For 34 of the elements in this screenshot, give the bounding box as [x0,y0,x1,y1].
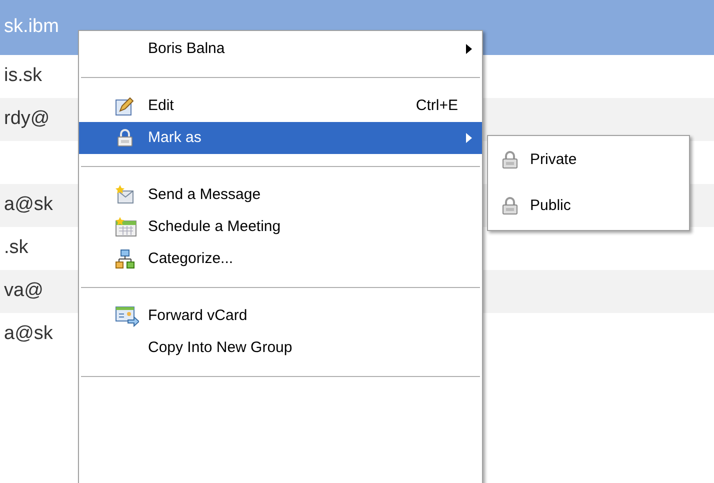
padlock-icon [500,150,520,170]
menu-item[interactable]: Copy Into New Group [79,332,482,364]
menu-item-label: Mark as [148,128,202,148]
calendar-icon [115,217,137,237]
menu-item[interactable]: Schedule a Meeting [79,211,482,243]
email-text: is.sk [4,64,42,88]
menu-item[interactable]: Mark as [79,122,482,154]
email-text: a@sk [4,322,53,346]
contact-card-arrow-icon [115,305,139,327]
submenu-item[interactable]: Public [488,190,689,222]
submenu-item-label: Public [530,196,571,216]
padlock-icon [500,196,520,216]
menu-item-label: Forward vCard [148,306,248,326]
envelope-star-icon [115,185,135,205]
submenu-item[interactable]: Private [488,144,689,176]
hierarchy-icon [115,249,135,269]
menu-item-label: Send a Message [148,184,262,205]
pencil-icon [115,96,135,116]
email-text: sk.ibm [4,15,59,40]
email-text: rdy@ [4,107,50,132]
email-text: va@ [4,279,44,304]
submenu-item-label: Private [530,150,577,170]
shortcut-text: Ctrl+E [416,96,458,116]
menu-item[interactable]: Categorize... [79,243,482,275]
email-text: a@sk [4,193,53,218]
padlock-icon [115,128,135,148]
menu-item[interactable]: Edit Ctrl+E [79,90,482,122]
menu-item[interactable]: Forward vCard [79,300,482,332]
email-text: .sk [4,236,28,260]
menu-item-label: Schedule a Meeting [148,216,282,237]
menu-item[interactable]: Send a Message [79,179,482,211]
menu-item-label: Copy Into New Group [148,338,294,358]
menu-item-label: Categorize... [148,248,234,269]
menu-item-label: Edit [148,96,175,116]
